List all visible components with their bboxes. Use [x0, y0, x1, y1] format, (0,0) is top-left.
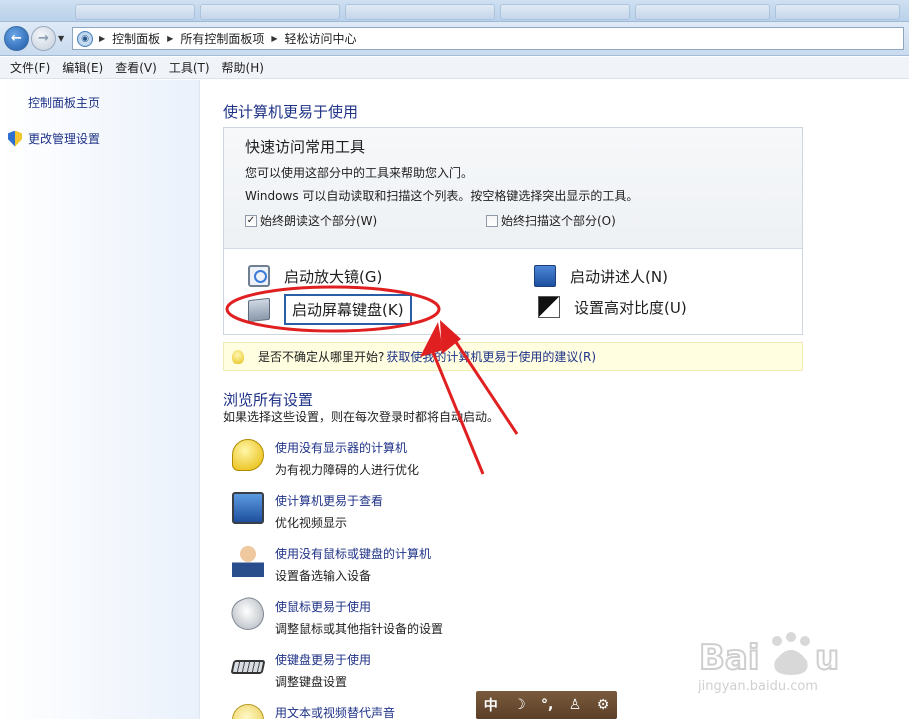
user-icon[interactable]: ♙ — [569, 697, 582, 713]
category-link[interactable]: 使键盘更易于使用 — [275, 651, 371, 668]
settings-category: 使计算机更易于查看 优化视频显示 — [232, 492, 732, 532]
start-narrator-label: 启动讲述人(N) — [570, 267, 668, 286]
svg-text:u: u — [815, 638, 839, 678]
checkmark-icon[interactable]: ✓ — [245, 214, 257, 227]
background-tab[interactable] — [345, 4, 495, 20]
background-tab[interactable] — [200, 4, 340, 20]
category-description: 调整鼠标或其他指针设备的设置 — [275, 622, 444, 636]
breadcrumb-item[interactable]: 轻松访问中心 — [285, 30, 357, 47]
svg-text:Bai: Bai — [699, 638, 760, 678]
control-panel-icon: ◉ — [77, 30, 93, 47]
background-tab[interactable] — [500, 4, 630, 20]
category-description: 为有视力障碍的人进行优化 — [275, 463, 420, 477]
narrator-icon — [534, 265, 556, 287]
uac-shield-icon — [8, 130, 22, 147]
start-on-screen-keyboard-button[interactable]: 启动屏幕键盘(K) — [248, 294, 412, 325]
ime-mode-toggle[interactable]: 中 — [484, 695, 498, 715]
monitor-magnifier-icon — [232, 492, 264, 524]
chevron-right-icon[interactable]: ▶ — [99, 34, 105, 43]
speech-bubble-monitor-icon — [232, 439, 264, 471]
arrow-right-icon: → — [38, 31, 49, 46]
page-title: 使计算机更易于使用 — [223, 103, 359, 121]
history-dropdown-icon[interactable]: ▼ — [58, 34, 64, 43]
get-recommendations-link[interactable]: 获取使我的计算机更易于使用的建议(R) — [386, 348, 596, 365]
background-tab[interactable] — [775, 4, 900, 20]
background-tab[interactable] — [75, 4, 195, 20]
mouse-icon — [226, 592, 270, 636]
on-screen-keyboard-icon — [248, 297, 270, 322]
start-on-screen-keyboard-label: 启动屏幕键盘(K) — [284, 294, 412, 325]
always-read-checkbox[interactable]: ✓ 始终朗读这个部分(W) — [245, 212, 377, 229]
control-panel-window: ← → ▼ ◉ ▶ 控制面板 ▶ 所有控制面板项 ▶ 轻松访问中心 文件(F) … — [0, 0, 909, 719]
watermark-url: jingyan.baidu.com — [698, 679, 818, 694]
speech-text-icon — [232, 704, 264, 719]
set-high-contrast-label: 设置高对比度(U) — [574, 298, 687, 317]
checkbox-empty-icon[interactable] — [486, 214, 498, 227]
set-high-contrast-button[interactable]: 设置高对比度(U) — [538, 296, 687, 318]
menu-tools[interactable]: 工具(T) — [163, 59, 216, 76]
start-magnifier-label: 启动放大镜(G) — [284, 267, 383, 286]
menu-view[interactable]: 查看(V) — [109, 59, 163, 76]
category-link[interactable]: 使用没有显示器的计算机 — [275, 439, 407, 456]
arrow-left-icon: ← — [11, 31, 22, 46]
lightbulb-icon — [232, 349, 244, 364]
navigation-bar: ← → ▼ ◉ ▶ 控制面板 ▶ 所有控制面板项 ▶ 轻松访问中心 — [0, 22, 909, 56]
quick-access-description: 您可以使用这部分中的工具来帮助您入门。 — [245, 166, 474, 180]
control-panel-home-link[interactable]: 控制面板主页 — [28, 94, 100, 111]
breadcrumb-item[interactable]: 控制面板 — [112, 30, 160, 47]
recommendation-hint: 是否不确定从哪里开始? 获取使我的计算机更易于使用的建议(R) — [223, 342, 803, 371]
browser-tab-strip — [0, 0, 909, 22]
keyboard-icon — [230, 660, 266, 674]
back-button[interactable]: ← — [4, 26, 29, 51]
category-description: 调整键盘设置 — [275, 675, 348, 689]
gear-icon[interactable]: ⚙ — [597, 697, 610, 713]
background-tab[interactable] — [635, 4, 770, 20]
quick-access-header: 快速访问常用工具 您可以使用这部分中的工具来帮助您入门。 Windows 可以自… — [224, 128, 802, 249]
settings-category: 使鼠标更易于使用 调整鼠标或其他指针设备的设置 — [226, 592, 732, 638]
breadcrumb-item[interactable]: 所有控制面板项 — [180, 30, 264, 47]
change-admin-settings-label: 更改管理设置 — [28, 132, 101, 146]
browse-settings-description: 如果选择这些设置，则在每次登录时都将自动启动。 — [223, 410, 500, 424]
category-link[interactable]: 使鼠标更易于使用 — [275, 598, 371, 615]
person-headset-icon — [232, 545, 264, 577]
change-admin-settings-link[interactable]: 更改管理设置 — [8, 130, 100, 147]
menu-help[interactable]: 帮助(H) — [216, 59, 270, 76]
quick-access-heading: 快速访问常用工具 — [245, 138, 366, 156]
category-link[interactable]: 用文本或视频替代声音 — [275, 704, 395, 719]
start-magnifier-button[interactable]: 启动放大镜(G) — [248, 265, 382, 287]
address-bar[interactable]: ◉ ▶ 控制面板 ▶ 所有控制面板项 ▶ 轻松访问中心 — [72, 27, 904, 50]
menu-edit[interactable]: 编辑(E) — [56, 59, 109, 76]
always-scan-label: 始终扫描这个部分(O) — [501, 214, 616, 228]
ime-toolbar: 中 ☽ °, ♙ ⚙ — [476, 691, 617, 719]
chevron-right-icon[interactable]: ▶ — [271, 34, 277, 43]
settings-category: 使键盘更易于使用 调整键盘设置 — [230, 651, 732, 691]
magnifier-icon — [248, 265, 270, 287]
chevron-right-icon[interactable]: ▶ — [167, 34, 173, 43]
hint-text: 是否不确定从哪里开始? — [258, 350, 385, 364]
category-description: 设置备选输入设备 — [275, 569, 372, 583]
menu-file[interactable]: 文件(F) — [4, 59, 56, 76]
start-narrator-button[interactable]: 启动讲述人(N) — [534, 265, 668, 287]
settings-category: 使用没有显示器的计算机 为有视力障碍的人进行优化 — [232, 439, 732, 479]
left-pane: 控制面板主页 更改管理设置 — [0, 80, 200, 719]
high-contrast-icon — [538, 296, 560, 318]
quick-access-description: Windows 可以自动读取和扫描这个列表。按空格键选择突出显示的工具。 — [245, 189, 639, 203]
always-scan-checkbox[interactable]: 始终扫描这个部分(O) — [486, 212, 616, 229]
category-link[interactable]: 使用没有鼠标或键盘的计算机 — [275, 545, 431, 562]
moon-icon[interactable]: ☽ — [513, 697, 526, 713]
category-description: 优化视频显示 — [275, 516, 348, 530]
forward-button[interactable]: → — [31, 26, 56, 51]
settings-category: 使用没有鼠标或键盘的计算机 设置备选输入设备 — [232, 545, 732, 585]
menu-bar: 文件(F) 编辑(E) 查看(V) 工具(T) 帮助(H) — [0, 57, 909, 79]
punctuation-icon[interactable]: °, — [541, 697, 553, 713]
always-read-label: 始终朗读这个部分(W) — [260, 214, 378, 228]
quick-access-panel: 快速访问常用工具 您可以使用这部分中的工具来帮助您入门。 Windows 可以自… — [223, 127, 803, 335]
browse-settings-title: 浏览所有设置 — [223, 391, 314, 409]
category-link[interactable]: 使计算机更易于查看 — [275, 492, 383, 509]
